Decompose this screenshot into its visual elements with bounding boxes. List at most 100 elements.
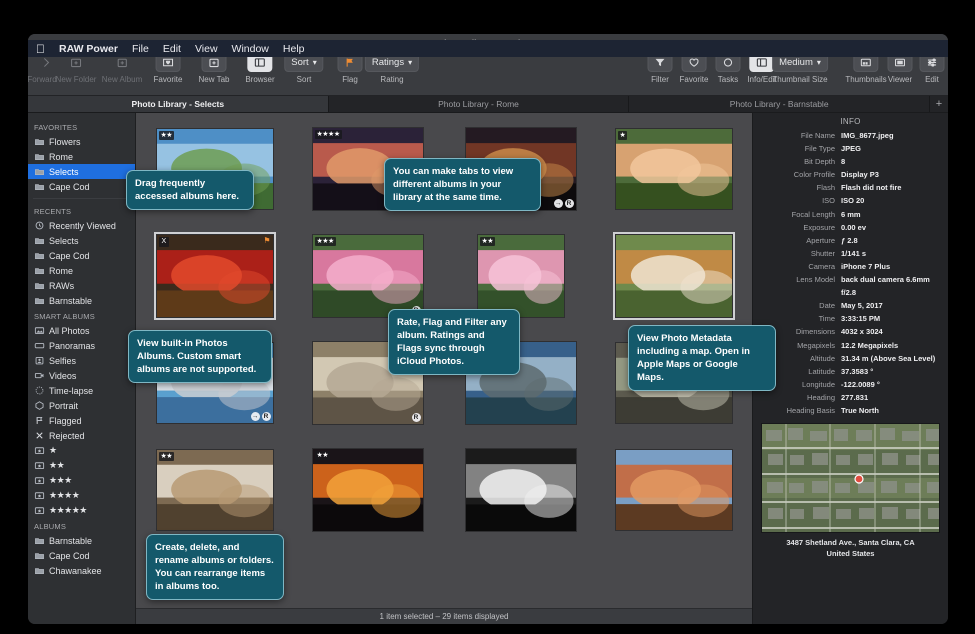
- thumb-white-flower-bw[interactable]: [465, 448, 577, 532]
- sidebar-section-header: SMART ALBUMS: [28, 308, 135, 323]
- sidebar-item-rome[interactable]: Rome: [28, 149, 135, 164]
- sidebar-item-raws[interactable]: RAWs: [28, 278, 135, 293]
- thumb-teacup-table[interactable]: ★★: [156, 449, 274, 531]
- thumbnails-icon: [859, 56, 872, 69]
- clock-icon: [34, 220, 45, 231]
- chevron-down-icon: ▾: [313, 57, 317, 68]
- callout-tabs: You can make tabs to view different albu…: [384, 158, 541, 211]
- apple-logo-icon[interactable]: : [36, 43, 45, 55]
- sidebar-item-starstarstar[interactable]: ★★★: [28, 473, 135, 488]
- folder-icon: [34, 535, 45, 546]
- menu-item-file[interactable]: File: [132, 43, 149, 55]
- metadata-value: ISO 20: [841, 194, 864, 207]
- metadata-key: Focal Length: [761, 208, 835, 221]
- metadata-key: Aperture: [761, 234, 835, 247]
- sidebar-item-label: Rejected: [49, 431, 85, 441]
- menu-item-edit[interactable]: Edit: [163, 43, 181, 55]
- sidebar-item-recently-viewed[interactable]: Recently Viewed: [28, 218, 135, 233]
- tab-photo-library-barnstable[interactable]: Photo Library - Barnstable: [629, 96, 930, 112]
- sidebar-item-starstarstarstar[interactable]: ★★★★: [28, 488, 135, 503]
- sidebar-item-cape-cod[interactable]: Cape Cod: [28, 248, 135, 263]
- toolbar-label: New Folder: [56, 75, 97, 84]
- metadata-row: File Name IMG_8677.jpeg: [761, 129, 940, 142]
- sidebar-item-time-lapse[interactable]: Time-lapse: [28, 383, 135, 398]
- metadata-row: Altitude31.34 m (Above Sea Level): [761, 352, 940, 365]
- thumb-collie-dog[interactable]: [615, 234, 733, 318]
- thumb-orange-sunset[interactable]: ★★: [312, 448, 424, 532]
- sidebar-section-header: FAVORITES: [28, 119, 135, 134]
- tab-photo-library-selects[interactable]: Photo Library - Selects: [28, 96, 329, 112]
- metadata-row: Lens Modelback dual camera 6.6mm f/2.8: [761, 273, 940, 299]
- folder-icon: [34, 550, 45, 561]
- grid-cell: [615, 446, 733, 534]
- sidebar-item-videos[interactable]: Videos: [28, 368, 135, 383]
- callout-albums: Create, delete, and rename albums or fol…: [146, 534, 284, 600]
- menu-item-view[interactable]: View: [195, 43, 218, 55]
- toolbar-label: Edit: [925, 75, 939, 84]
- metadata-row: CameraiPhone 7 Plus: [761, 260, 940, 273]
- folder-icon: [34, 280, 45, 291]
- chevron-right-icon: [40, 56, 53, 69]
- toolbar-label: Rating: [380, 75, 403, 84]
- metadata-value: ƒ 2.8: [841, 234, 858, 247]
- callout-ratings: Rate, Flag and Filter any album. Ratings…: [388, 309, 520, 375]
- thumb-peach-roses[interactable]: ★: [615, 128, 733, 210]
- sliders-icon: [926, 56, 939, 69]
- metadata-value: 1/141 s: [841, 247, 866, 260]
- grid-cell: ★: [615, 125, 733, 213]
- metadata-key: File Name: [761, 129, 835, 142]
- thumb-bryce-canyon[interactable]: [615, 449, 733, 531]
- sidebar-item-rome[interactable]: Rome: [28, 263, 135, 278]
- sidebar-item-panoramas[interactable]: Panoramas: [28, 338, 135, 353]
- metadata-row: FlashFlash did not fire: [761, 181, 940, 194]
- address-line-2: United States: [759, 548, 942, 559]
- sidebar-item-starstar[interactable]: ★★: [28, 458, 135, 473]
- sidebar-item-star[interactable]: ★: [28, 443, 135, 458]
- metadata-value: 277.831: [841, 391, 868, 404]
- new-tab-plus-icon[interactable]: +: [930, 96, 948, 112]
- grid-cell: ★★★R: [309, 232, 427, 320]
- sidebar-item-label: Portrait: [49, 401, 78, 411]
- grid-cell: ★★: [462, 232, 580, 320]
- sidebar-item-label: Selects: [49, 167, 79, 177]
- menu-app-name[interactable]: RAW Power: [59, 43, 118, 55]
- sidebar-item-rejected[interactable]: Rejected: [28, 428, 135, 443]
- heart-icon: [688, 56, 701, 69]
- rating-badge: ★★★★: [315, 130, 342, 139]
- raw-badge-icon: R: [412, 413, 421, 422]
- thumb-pink-blossoms[interactable]: ★★★R: [312, 234, 424, 318]
- sidebar-item-flowers[interactable]: Flowers: [28, 134, 135, 149]
- metadata-key: Bit Depth: [761, 155, 835, 168]
- sidebar-item-selects[interactable]: Selects: [28, 164, 135, 179]
- sidebar-item-barnstable[interactable]: Barnstable: [28, 533, 135, 548]
- sidebar-item-label: RAWs: [49, 281, 74, 291]
- sidebar-item-cape-cod[interactable]: Cape Cod: [28, 548, 135, 563]
- menu-item-window[interactable]: Window: [232, 43, 269, 55]
- folder-icon: [34, 235, 45, 246]
- sidebar-item-chawanakee[interactable]: Chawanakee: [28, 563, 135, 578]
- sidebar-item-all-photos[interactable]: All Photos: [28, 323, 135, 338]
- sidebar-item-selfies[interactable]: Selfies: [28, 353, 135, 368]
- toolbar-label: Filter: [651, 75, 669, 84]
- location-map[interactable]: [761, 423, 940, 533]
- sidebar-item-cape-cod[interactable]: Cape Cod: [28, 179, 135, 194]
- metadata-value: IMG_8677.jpeg: [841, 129, 894, 142]
- sidebar[interactable]: FAVORITESFlowersRomeSelectsCape CodRECEN…: [28, 113, 136, 624]
- sidebar-item-label: Cape Cod: [49, 551, 90, 561]
- sidebar-item-barnstable[interactable]: Barnstable: [28, 293, 135, 308]
- sidebar-item-label: ★★: [49, 460, 64, 471]
- menu-item-help[interactable]: Help: [283, 43, 305, 55]
- sidebar-item-starstarstarstarstar[interactable]: ★★★★★: [28, 503, 135, 518]
- sidebar-item-selects[interactable]: Selects: [28, 233, 135, 248]
- rating-badge: ★★★: [315, 237, 336, 246]
- metadata-value: True North: [841, 404, 879, 417]
- thumb-red-roses[interactable]: X⚑: [156, 234, 274, 318]
- sidebar-item-flagged[interactable]: Flagged: [28, 413, 135, 428]
- metadata-row: Time3:33:15 PM: [761, 312, 940, 325]
- thumb-pink-roses[interactable]: ★★: [477, 234, 565, 318]
- metadata-value: May 5, 2017: [841, 299, 883, 312]
- sidebar-item-portrait[interactable]: Portrait: [28, 398, 135, 413]
- browser-panel-icon: [254, 56, 267, 69]
- rating-badge: ★★: [315, 451, 331, 460]
- tab-photo-library-rome[interactable]: Photo Library - Rome: [329, 96, 630, 112]
